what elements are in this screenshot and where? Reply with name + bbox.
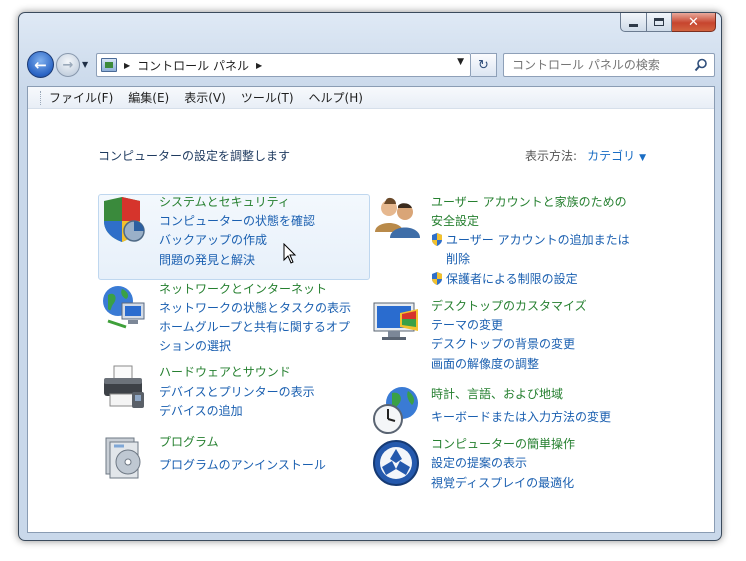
back-arrow-icon: ← [34,55,47,74]
caption-buttons: ✕ [620,13,716,33]
recent-pages-dropdown[interactable]: ▼ [82,60,92,70]
programs-icon[interactable] [100,432,150,482]
control-panel-icon [101,58,117,72]
menu-help[interactable]: ヘルプ(H) [309,89,363,106]
forward-arrow-icon: → [62,57,74,73]
printer-icon[interactable] [100,362,150,412]
close-icon: ✕ [688,14,699,30]
link-change-background[interactable]: デスクトップの背景の変更 [431,335,575,354]
chevron-down-icon[interactable]: ▼ [639,153,646,163]
refresh-icon: ↻ [478,57,489,73]
category-personalization[interactable]: デスクトップのカスタマイズ [431,297,587,316]
search-icon[interactable] [694,58,708,72]
minimize-button[interactable] [620,13,647,32]
view-by-label: 表示方法: [525,149,578,163]
view-by: 表示方法: カテゴリ ▼ [525,147,646,164]
link-troubleshoot[interactable]: 問題の発見と解決 [159,251,255,270]
chevron-down-icon: ▼ [82,60,89,69]
link-optimize-display[interactable]: 視覚ディスプレイの最適化 [431,474,574,493]
maximize-button[interactable] [647,13,672,32]
clock-globe-icon[interactable] [372,385,422,435]
address-dropdown-icon[interactable]: ▼ [457,57,464,67]
category-clock-language-region[interactable]: 時計、言語、および地域 [431,385,563,404]
desktop-icon[interactable] [372,297,422,347]
category-ease-of-access[interactable]: コンピューターの簡単操作 [431,435,575,454]
link-parental-controls-label[interactable]: 保護者による制限の設定 [446,272,578,286]
forward-button[interactable]: → [56,53,80,77]
link-devices-printers[interactable]: デバイスとプリンターの表示 [159,383,315,402]
breadcrumb-separator-icon[interactable]: ▶ [124,61,130,70]
ease-of-access-icon[interactable] [372,439,422,489]
minimize-icon [629,23,638,27]
uac-shield-icon [432,233,442,246]
link-check-status[interactable]: コンピューターの状態を確認 [159,212,315,231]
menu-file[interactable]: ファイル(F) [49,89,113,106]
link-change-keyboard[interactable]: キーボードまたは入力方法の変更 [431,408,611,427]
category-user-accounts-line2[interactable]: 安全設定 [431,212,479,231]
link-add-remove-accounts[interactable]: ユーザー アカウントの追加または [431,231,630,250]
link-uninstall-program[interactable]: プログラムのアンインストール [159,456,326,475]
link-homegroup-line2[interactable]: ションの選択 [159,337,231,356]
control-panel-content: ファイル(F) 編集(E) 表示(V) ツール(T) ヘルプ(H) コンピュータ… [27,86,715,533]
link-add-remove-accounts-label[interactable]: ユーザー アカウントの追加または [446,233,630,247]
network-globe-icon[interactable] [100,283,150,333]
search-box[interactable] [503,53,715,77]
category-network-internet[interactable]: ネットワークとインターネット [159,280,327,299]
uac-shield-icon [432,272,442,285]
link-change-theme[interactable]: テーマの変更 [431,316,503,335]
menu-grip [40,90,43,105]
menu-tools[interactable]: ツール(T) [241,89,294,106]
refresh-button[interactable]: ↻ [471,53,497,77]
category-system-security[interactable]: システムとセキュリティ [159,193,290,212]
category-hardware-sound[interactable]: ハードウェアとサウンド [159,363,291,382]
breadcrumb-control-panel[interactable]: コントロール パネル [137,57,249,74]
mouse-pointer-icon [283,243,297,264]
address-bar[interactable]: ▶ コントロール パネル ▶ ▼ [96,53,471,77]
menu-edit[interactable]: 編集(E) [128,89,169,106]
link-parental-controls[interactable]: 保護者による制限の設定 [431,270,578,289]
shield-pie-icon[interactable] [100,195,150,245]
search-input[interactable] [504,54,684,76]
close-button[interactable]: ✕ [672,13,716,32]
link-suggested-settings[interactable]: 設定の提案の表示 [431,454,527,473]
category-user-accounts-line1[interactable]: ユーザー アカウントと家族のための [431,193,627,212]
link-homegroup-line1[interactable]: ホームグループと共有に関するオプ [159,318,350,337]
menu-view[interactable]: 表示(V) [184,89,226,106]
link-add-remove-accounts-line2[interactable]: 削除 [446,250,470,269]
maximize-icon [654,18,664,26]
category-programs[interactable]: プログラム [159,433,219,452]
link-adjust-resolution[interactable]: 画面の解像度の調整 [431,355,539,374]
link-backup[interactable]: バックアップの作成 [159,231,267,250]
breadcrumb-separator-icon[interactable]: ▶ [256,61,262,70]
menu-bar: ファイル(F) 編集(E) 表示(V) ツール(T) ヘルプ(H) [28,87,714,109]
page-title: コンピューターの設定を調整します [98,149,291,163]
control-panel-window: ✕ ← → ▼ ▶ コントロール パネル ▶ ▼ ↻ ファイル(F) 編集(E)… [18,12,722,541]
link-add-device[interactable]: デバイスの追加 [159,402,243,421]
view-by-dropdown[interactable]: カテゴリ [587,149,635,163]
navigation-bar: ← → ▼ ▶ コントロール パネル ▶ ▼ ↻ [27,51,717,79]
back-button[interactable]: ← [27,51,54,78]
link-network-status[interactable]: ネットワークの状態とタスクの表示 [159,299,351,318]
users-icon[interactable] [372,194,422,242]
